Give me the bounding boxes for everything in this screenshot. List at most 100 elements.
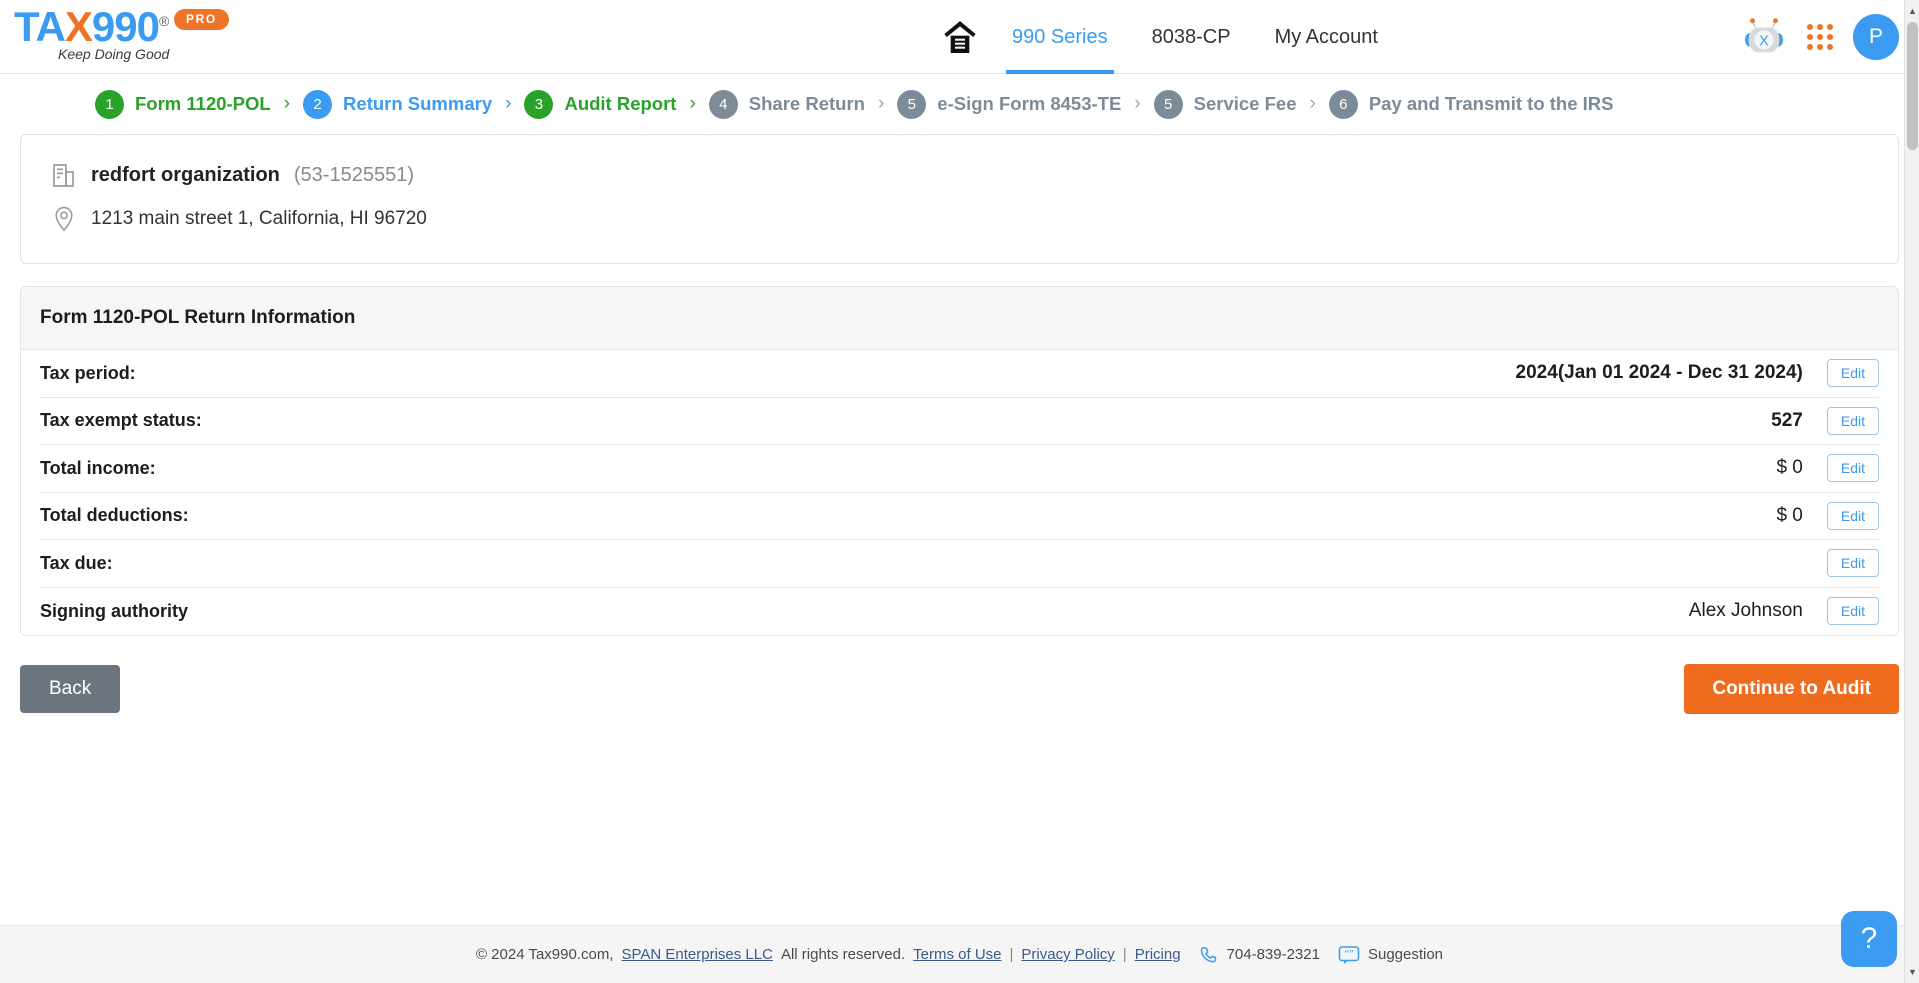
row-label: Total deductions: [40, 505, 189, 526]
step-label: Service Fee [1193, 93, 1297, 114]
pro-badge: PRO [174, 9, 229, 30]
row-label: Tax period: [40, 362, 136, 383]
step-pay-and-transmit[interactable]: 6 Pay and Transmit to the IRS [1328, 89, 1614, 119]
footer-suggestion-label: Suggestion [1367, 946, 1444, 963]
footer-separator: | [1009, 946, 1014, 963]
scroll-down-arrow-icon[interactable]: ▼ [1905, 963, 1919, 981]
header-actions: X P [1741, 0, 1899, 74]
back-button[interactable]: Back [20, 665, 121, 713]
edit-button-signing-authority[interactable]: Edit [1826, 597, 1879, 626]
return-information-title: Form 1120-POL Return Information [21, 287, 1898, 350]
footer-privacy-link[interactable]: Privacy Policy [1021, 946, 1114, 963]
home-icon[interactable] [930, 0, 990, 74]
row-value: Alex Johnson [1688, 600, 1803, 622]
table-row: Tax exempt status: 527 Edit [40, 398, 1879, 445]
logo-990: 990 [91, 3, 160, 50]
wizard-stepper: 1 Form 1120-POL › 2 Return Summary › 3 A… [0, 74, 1919, 134]
step-esign-8453-te[interactable]: 5 e-Sign Form 8453-TE [897, 89, 1122, 119]
svg-text:X: X [1759, 34, 1769, 50]
step-label: e-Sign Form 8453-TE [937, 93, 1122, 114]
nav-item-990-series[interactable]: 990 Series [990, 0, 1130, 74]
step-number: 6 [1328, 89, 1358, 119]
organization-ein: (53-1525551) [293, 163, 414, 186]
step-return-summary[interactable]: 2 Return Summary [303, 89, 492, 119]
table-row: Tax due: Edit [40, 540, 1879, 588]
step-label: Form 1120-POL [135, 93, 271, 114]
step-number: 4 [708, 89, 738, 119]
step-number: 2 [303, 89, 333, 119]
step-service-fee[interactable]: 5 Service Fee [1153, 89, 1297, 119]
chevron-right-icon: › [877, 93, 885, 114]
edit-button-tax-due[interactable]: Edit [1826, 549, 1879, 578]
table-row: Total income: $ 0 Edit [40, 445, 1879, 493]
chevron-right-icon: › [689, 93, 696, 114]
scrollbar-thumb[interactable] [1907, 22, 1918, 150]
edit-button-tax-exempt-status[interactable]: Edit [1826, 406, 1879, 435]
footer-terms-link[interactable]: Terms of Use [913, 946, 1001, 963]
apps-grid-icon[interactable] [1807, 24, 1833, 50]
row-value: 2024(Jan 01 2024 - Dec 31 2024) [1515, 362, 1803, 384]
app-header: TAX990® PRO Keep Doing Good 990 Series 8… [0, 0, 1919, 74]
edit-button-total-deductions[interactable]: Edit [1826, 501, 1879, 530]
step-label: Pay and Transmit to the IRS [1368, 93, 1614, 114]
scroll-up-arrow-icon[interactable]: ▲ [1905, 2, 1919, 20]
step-audit-report[interactable]: 3 Audit Report [524, 89, 676, 119]
row-label: Signing authority [40, 600, 188, 621]
row-value: $ 0 [1776, 457, 1803, 479]
footer-phone[interactable]: 704-839-2321 [1199, 945, 1320, 965]
step-number: 1 [95, 89, 124, 119]
step-number: 5 [897, 89, 927, 119]
footer-legal: © 2024 Tax990.com, SPAN Enterprises LLC … [476, 946, 1181, 963]
action-bar: Back Continue to Audit [20, 664, 1899, 714]
logo-text: TAX990® [14, 3, 169, 50]
phone-icon [1200, 946, 1216, 962]
organization-card: redfort organization (53-1525551) 1213 m… [20, 134, 1899, 264]
avatar[interactable]: P [1853, 14, 1899, 60]
main-nav: 990 Series 8038-CP My Account [930, 0, 1400, 74]
registered-mark-icon: ® [158, 13, 169, 29]
svg-text:“”: “” [1345, 949, 1354, 960]
location-pin-icon [51, 205, 77, 233]
table-row: Signing authority Alex Johnson Edit [40, 588, 1879, 636]
row-right: 2024(Jan 01 2024 - Dec 31 2024) Edit [1515, 359, 1879, 388]
row-right: $ 0 Edit [1776, 501, 1879, 530]
return-information-rows: Tax period: 2024(Jan 01 2024 - Dec 31 20… [21, 350, 1898, 635]
row-label: Tax due: [40, 552, 113, 573]
table-row: Total deductions: $ 0 Edit [40, 493, 1879, 540]
building-icon [51, 161, 77, 189]
step-share-return[interactable]: 4 Share Return [708, 89, 865, 119]
footer-separator: | [1122, 946, 1127, 963]
footer-company-link[interactable]: SPAN Enterprises LLC [621, 946, 772, 963]
chevron-right-icon: › [283, 93, 291, 114]
chevron-right-icon: › [1134, 93, 1141, 114]
step-label: Share Return [748, 93, 865, 114]
edit-button-total-income[interactable]: Edit [1826, 454, 1879, 483]
row-value: $ 0 [1776, 504, 1803, 526]
footer-suggestion[interactable]: “” Suggestion [1338, 945, 1443, 965]
row-label: Total income: [40, 457, 156, 478]
edit-button-tax-period[interactable]: Edit [1826, 359, 1879, 388]
row-right: 527 Edit [1771, 406, 1879, 435]
nav-item-8038-cp[interactable]: 8038-CP [1130, 0, 1253, 74]
step-number: 5 [1153, 89, 1183, 119]
vertical-scrollbar[interactable]: ▲ ▼ [1904, 0, 1919, 983]
row-right: Alex Johnson Edit [1688, 597, 1879, 626]
logo-x: X [64, 3, 93, 50]
help-button[interactable]: ? [1841, 911, 1897, 967]
footer-pricing-link[interactable]: Pricing [1135, 946, 1181, 963]
continue-to-audit-button[interactable]: Continue to Audit [1684, 664, 1899, 714]
row-value: 527 [1771, 409, 1803, 431]
footer-copyright: © 2024 Tax990.com, [475, 946, 614, 963]
chatbot-icon[interactable]: X [1741, 16, 1787, 58]
chevron-right-icon: › [1309, 93, 1316, 114]
step-form-1120-pol[interactable]: 1 Form 1120-POL [95, 89, 271, 119]
brand-logo[interactable]: TAX990® PRO Keep Doing Good [14, 6, 274, 68]
row-label: Tax exempt status: [40, 410, 202, 431]
organization-address-row: 1213 main street 1, California, HI 96720 [51, 205, 1898, 233]
nav-item-my-account[interactable]: My Account [1253, 0, 1400, 74]
organization-name-row: redfort organization (53-1525551) [51, 161, 1898, 189]
feedback-icon: “” [1338, 945, 1360, 964]
page-viewport: TAX990® PRO Keep Doing Good 990 Series 8… [0, 0, 1919, 983]
row-right: $ 0 Edit [1776, 454, 1879, 483]
row-right: Edit [1803, 549, 1879, 578]
